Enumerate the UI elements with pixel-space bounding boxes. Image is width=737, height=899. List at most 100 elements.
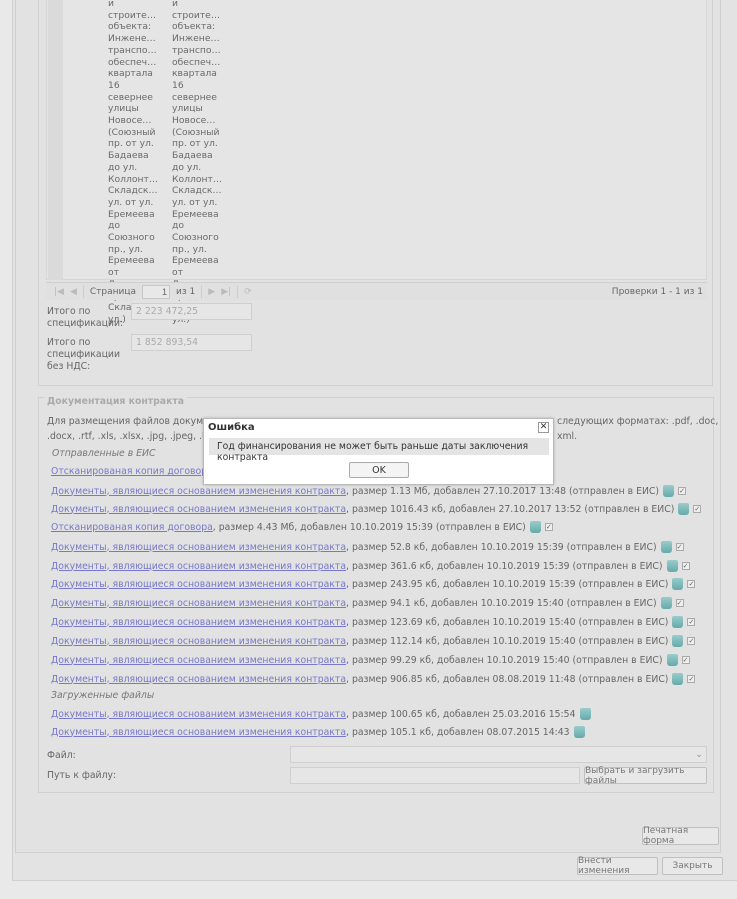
doc-info: , размер 99.29 кб, добавлен 10.10.2019 1… — [346, 654, 663, 666]
doc-link[interactable]: Документы, являющиеся основанием изменен… — [51, 579, 346, 590]
delete-icon[interactable] — [672, 673, 684, 685]
uploaded-heading: Загруженные файлы — [51, 690, 155, 701]
doc-row: Документы, являющиеся основанием изменен… — [51, 726, 585, 738]
delete-icon[interactable] — [660, 597, 672, 609]
cell-line: строите… — [172, 9, 221, 21]
doc-link[interactable]: Документы, являющиеся основанием изменен… — [51, 617, 346, 628]
first-page-icon[interactable]: |◀ — [54, 287, 64, 297]
file-select[interactable]: ⌄ — [290, 746, 707, 763]
next-page-icon[interactable]: ▶ — [208, 287, 215, 297]
doc-info: , размер 361.6 кб, добавлен 10.10.2019 1… — [346, 560, 663, 572]
last-page-icon[interactable]: ▶| — [221, 287, 231, 297]
doc-link[interactable]: Документы, являющиеся основанием изменен… — [51, 561, 346, 572]
print-form-button[interactable]: Печатная форма — [642, 826, 719, 846]
doc-info: , размер 906.85 кб, добавлен 08.08.2019 … — [346, 673, 669, 685]
cell-line: объекта: — [108, 21, 152, 33]
delete-icon[interactable] — [678, 503, 690, 515]
delete-icon[interactable] — [672, 578, 684, 590]
checkbox-checked-icon[interactable]: ✓ — [687, 580, 696, 588]
close-button[interactable]: Закрыть — [662, 857, 723, 875]
doc-link[interactable]: Документы, являющиеся основанием изменен… — [51, 709, 346, 720]
cell-line: севернее — [108, 91, 153, 103]
cell-line: Еремеева — [172, 208, 219, 220]
checkbox-checked-icon[interactable]: ✓ — [675, 543, 684, 551]
intro-text: Для размещения файлов документ — [47, 416, 221, 427]
close-icon[interactable]: ✕ — [538, 422, 549, 433]
cell-line: квартала — [172, 68, 217, 80]
delete-icon[interactable] — [672, 616, 684, 628]
checkbox-checked-icon[interactable]: ✓ — [675, 599, 684, 607]
doc-link[interactable]: Документы, являющиеся основанием изменен… — [51, 655, 346, 666]
cell-line: Союзного — [172, 232, 219, 244]
doc-link[interactable]: Документы, являющиеся основанием изменен… — [51, 674, 346, 685]
contract-docs-legend: Документация контракта — [44, 396, 188, 407]
cell-line: до — [172, 220, 184, 232]
grid-row-numberer — [48, 0, 63, 280]
checkbox-checked-icon[interactable]: ✓ — [687, 675, 696, 683]
file-path-input[interactable] — [290, 767, 580, 784]
checkbox-checked-icon[interactable]: ✓ — [687, 637, 696, 645]
cell-line: (Союзный — [108, 126, 156, 138]
doc-link[interactable]: Документы, являющиеся основанием изменен… — [51, 486, 346, 497]
doc-row: Документы, являющиеся основанием изменен… — [51, 673, 696, 685]
doc-link[interactable]: Отсканированая копия договора — [51, 466, 213, 477]
doc-link[interactable]: Документы, являющиеся основанием изменен… — [51, 636, 346, 647]
delete-icon[interactable] — [672, 635, 684, 647]
doc-info: , размер 94.1 кб, добавлен 10.10.2019 15… — [346, 597, 657, 609]
doc-row: Документы, являющиеся основанием изменен… — [51, 485, 687, 497]
delete-icon[interactable] — [663, 485, 675, 497]
cell-line: Еремеева — [108, 255, 155, 267]
checkbox-checked-icon[interactable]: ✓ — [681, 562, 690, 570]
cell-line: Бадаева — [172, 150, 213, 162]
cell-line: пр., ул. — [108, 243, 143, 255]
cell-line: и — [108, 0, 114, 9]
dialog-message: Год финансирования не может быть раньше … — [209, 438, 549, 463]
checkbox-checked-icon[interactable]: ✓ — [544, 523, 553, 531]
grid-pager: |◀ ◀ Страница из 1 ▶ ▶| ⟳ Проверки 1 - 1… — [46, 282, 707, 300]
cell-line: Инжене… — [172, 33, 220, 45]
page-input[interactable] — [142, 284, 171, 299]
spec-total-field[interactable]: 2 223 472,25 — [131, 303, 252, 320]
upload-files-button[interactable]: Выбрать и загрузить файлы — [584, 766, 707, 786]
ok-button[interactable]: OK — [349, 462, 409, 478]
cell-line: обеспеч… — [108, 56, 157, 68]
pager-summary: Проверки 1 - 1 из 1 — [611, 286, 703, 297]
cell-line: улицы — [108, 103, 139, 115]
delete-icon[interactable] — [529, 521, 541, 533]
doc-link[interactable]: Документы, являющиеся основанием изменен… — [51, 504, 346, 515]
grid-cell-name-2: и строите… объекта: Инжене… транспо… обеспеч…… — [172, 0, 222, 326]
delete-icon[interactable] — [666, 654, 678, 666]
delete-icon[interactable] — [666, 560, 678, 572]
delete-icon[interactable] — [579, 708, 591, 720]
doc-info: , размер 4.43 Мб, добавлен 10.10.2019 15… — [212, 521, 526, 533]
doc-link[interactable]: Отсканированая копия договора — [51, 522, 213, 533]
chevron-down-icon[interactable]: ⌄ — [695, 749, 703, 760]
prev-page-icon[interactable]: ◀ — [70, 287, 77, 297]
cell-line: транспо… — [108, 44, 157, 56]
doc-row: Отсканированая копия договора, размер 4.… — [51, 521, 553, 533]
checkbox-checked-icon[interactable]: ✓ — [693, 505, 702, 513]
spec-total-novat-field[interactable]: 1 852 893,54 — [131, 334, 252, 351]
doc-info: , размер 100.65 кб, добавлен 25.03.2016 … — [346, 708, 576, 720]
doc-row: Документы, являющиеся основанием изменен… — [51, 708, 591, 720]
doc-row: Отсканированая копия договора, р — [51, 466, 225, 477]
cell-line: Инжене… — [108, 33, 156, 45]
doc-link[interactable]: Документы, являющиеся основанием изменен… — [51, 727, 346, 738]
cell-line: квартала — [108, 68, 153, 80]
cell-line: от — [108, 267, 119, 279]
delete-icon[interactable] — [573, 726, 585, 738]
doc-info: , размер 123.69 кб, добавлен 10.10.2019 … — [346, 616, 669, 628]
cell-line: улицы — [172, 103, 203, 115]
cell-line: до ул. — [172, 161, 202, 173]
checkbox-checked-icon[interactable]: ✓ — [678, 487, 687, 495]
refresh-icon[interactable]: ⟳ — [244, 287, 252, 297]
doc-link[interactable]: Документы, являющиеся основанием изменен… — [51, 542, 346, 553]
doc-row: Документы, являющиеся основанием изменен… — [51, 635, 696, 647]
doc-link[interactable]: Документы, являющиеся основанием изменен… — [51, 598, 346, 609]
cell-line: обеспеч… — [172, 56, 221, 68]
apply-changes-button[interactable]: Внести изменения — [577, 856, 658, 876]
checkbox-checked-icon[interactable]: ✓ — [687, 618, 696, 626]
cell-line: пр. от ул. — [172, 138, 218, 150]
checkbox-checked-icon[interactable]: ✓ — [681, 656, 690, 664]
delete-icon[interactable] — [660, 541, 672, 553]
